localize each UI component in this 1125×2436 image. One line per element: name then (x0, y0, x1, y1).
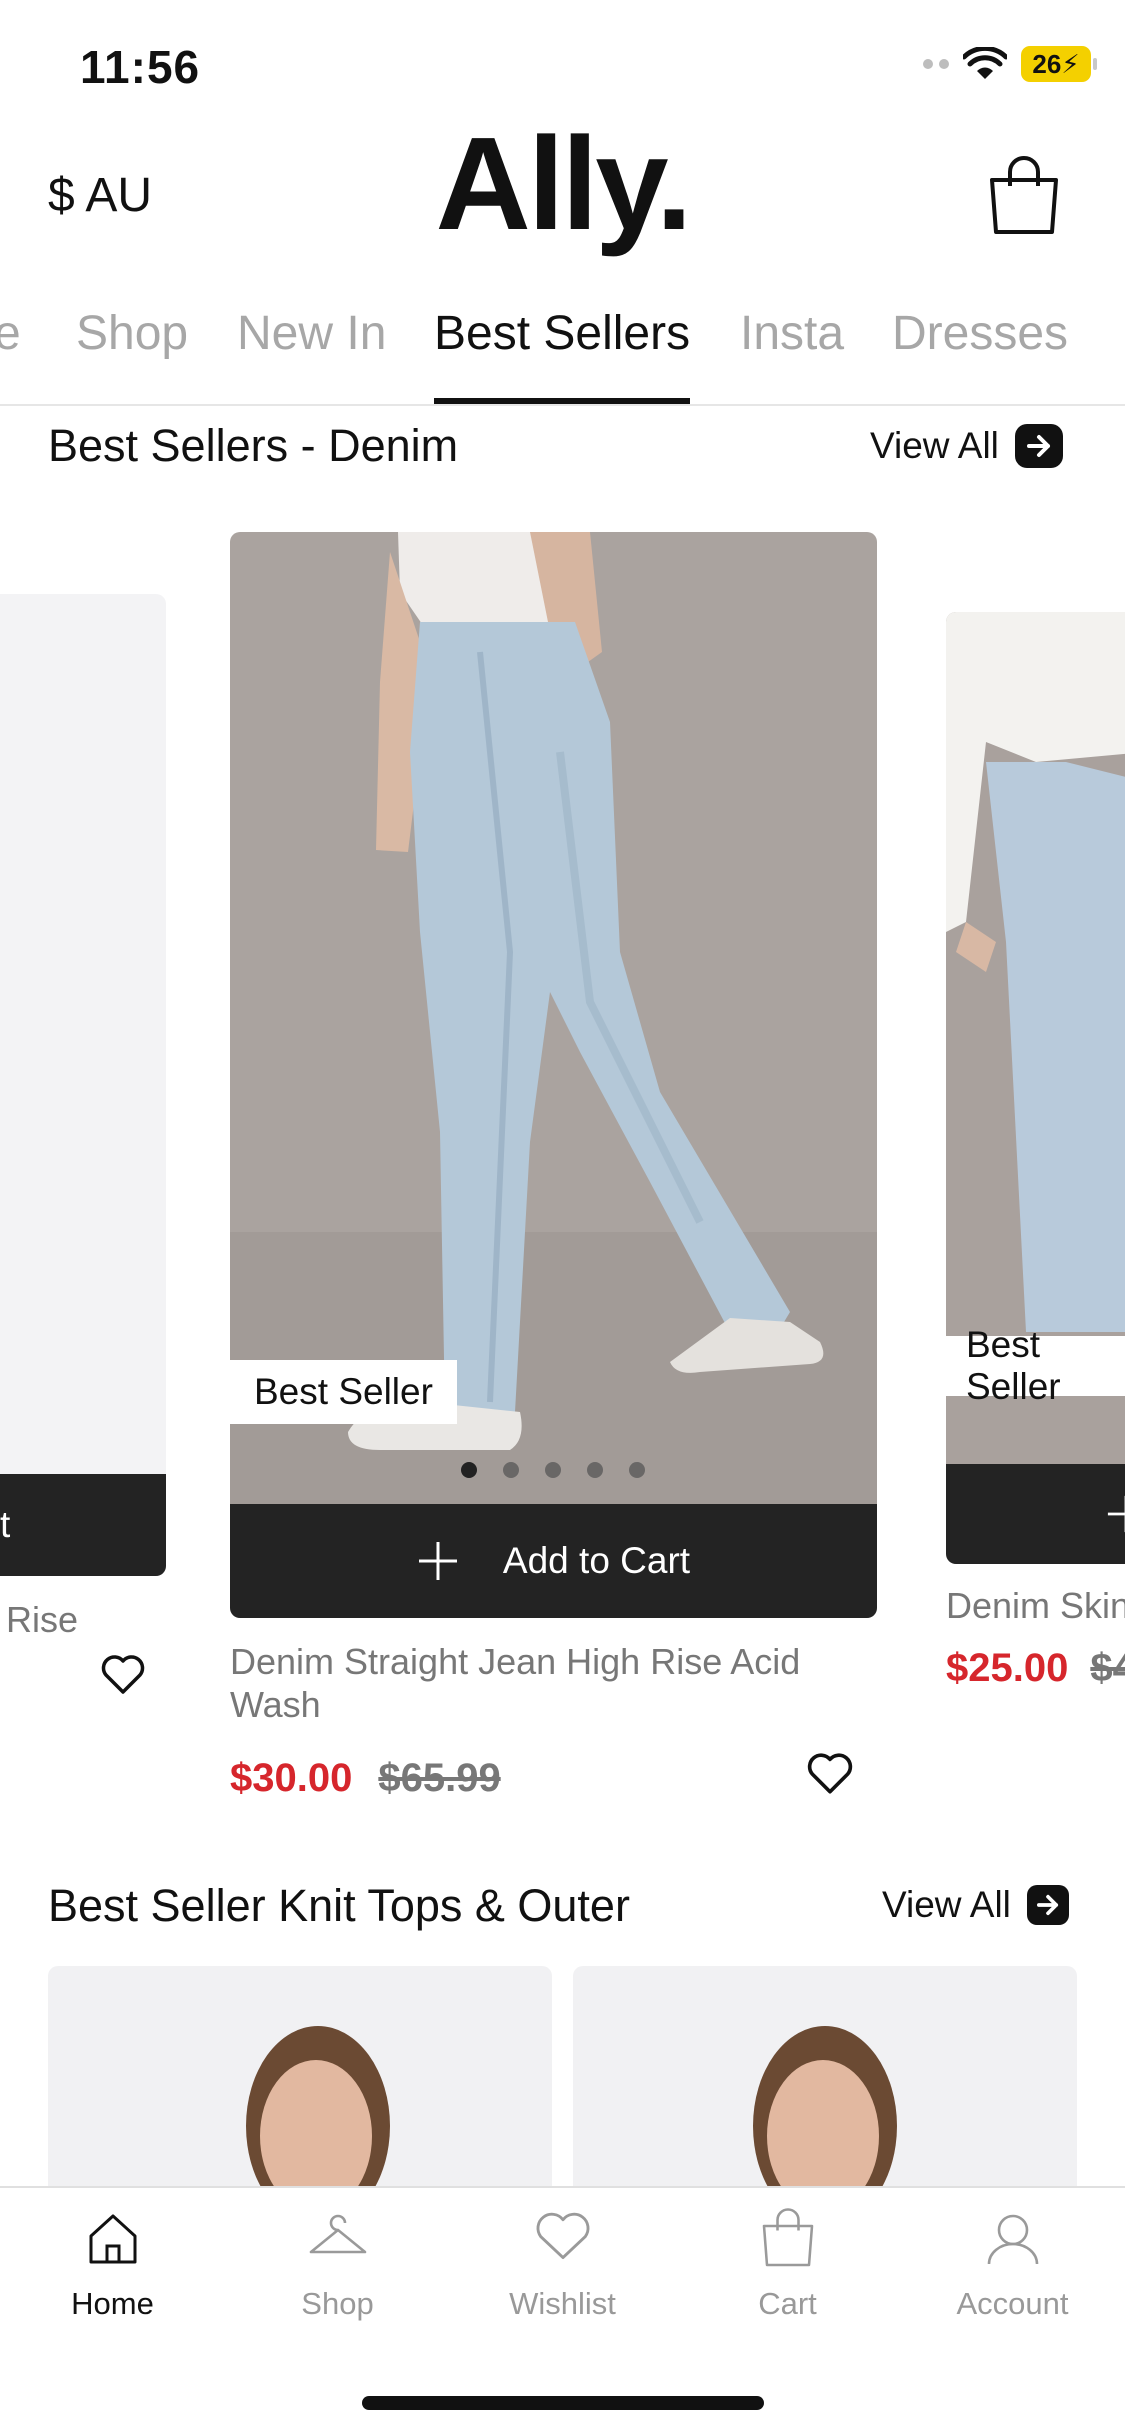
tab-new-in[interactable]: New In (237, 306, 386, 361)
add-to-cart-label: t (0, 1504, 11, 1545)
nav-label: Account (956, 2286, 1069, 2321)
wishlist-button-center[interactable] (806, 1752, 854, 1801)
nav-label: Cart (758, 2286, 817, 2321)
pager-dot[interactable] (545, 1462, 561, 1478)
home-indicator (362, 2396, 764, 2410)
pager-dot[interactable] (629, 1462, 645, 1478)
active-tab-indicator (434, 398, 690, 404)
nav-label: Shop (301, 2286, 374, 2321)
wifi-icon (963, 47, 1007, 79)
nav-cart[interactable]: Cart (675, 2208, 900, 2322)
nav-label: Home (71, 2286, 154, 2321)
tab-partial[interactable]: e (0, 306, 21, 361)
plus-icon (1107, 1495, 1125, 1533)
section-title-knit-tops: Best Seller Knit Tops & Outer (48, 1880, 630, 1931)
heart-icon (807, 1753, 853, 1794)
battery-icon: 26 ⚡ (1021, 46, 1097, 82)
view-all-knit-button[interactable]: View All (882, 1884, 1069, 1926)
shopping-bag-button[interactable] (986, 156, 1062, 236)
nav-label: Wishlist (509, 2286, 616, 2321)
product-image-center[interactable] (230, 532, 877, 1504)
hanger-icon (309, 2214, 366, 2254)
shopping-bag-icon (990, 156, 1058, 234)
original-price: $65.99 (378, 1756, 501, 1800)
pager-dot[interactable] (503, 1462, 519, 1478)
product-image-left[interactable] (0, 594, 166, 1474)
add-to-cart-button-left[interactable]: t (0, 1474, 166, 1576)
heart-icon (101, 1655, 145, 1694)
signal-dots-icon (923, 59, 949, 69)
price-row-center: $30.00 $65.99 (230, 1756, 501, 1801)
status-icons: 26 ⚡ (923, 46, 1097, 82)
tab-shop[interactable]: Shop (76, 306, 188, 361)
image-pager (461, 1462, 645, 1478)
nav-account[interactable]: Account (900, 2208, 1125, 2322)
plus-icon (418, 1542, 457, 1580)
nav-shop[interactable]: Shop (225, 2208, 450, 2322)
category-tabs: e Shop New In Best Sellers Insta Dresses (0, 300, 1125, 406)
wishlist-button-left[interactable] (100, 1654, 146, 1701)
sale-price: $30.00 (230, 1756, 353, 1800)
charging-bolt-icon: ⚡ (1061, 48, 1080, 79)
add-to-cart-button-right[interactable] (946, 1464, 1125, 1564)
brand-logo: Ally. (435, 110, 693, 257)
product-image-knit-2[interactable] (573, 1966, 1077, 2186)
heart-icon (536, 2212, 589, 2259)
add-to-cart-label: Add to Cart (502, 1540, 691, 1581)
bag-icon (762, 2208, 813, 2267)
best-seller-badge-center: Best Seller (230, 1360, 457, 1424)
battery-level: 26 (1032, 48, 1062, 79)
nav-home[interactable]: Home (0, 2208, 225, 2322)
view-all-label: View All (882, 1884, 1011, 1925)
status-time: 11:56 (80, 41, 201, 93)
product-name-left[interactable]: Rise (6, 1598, 78, 1641)
best-seller-badge-right: Best Seller (946, 1324, 1125, 1407)
home-icon (89, 2214, 136, 2264)
view-all-denim-button[interactable]: View All (870, 424, 1063, 468)
pager-dot[interactable] (587, 1462, 603, 1478)
product-image-knit-1[interactable] (48, 1966, 552, 2186)
price-row-right: $25.00 $4 (946, 1646, 1125, 1691)
view-all-label: View All (870, 425, 999, 466)
sale-price: $25.00 (946, 1646, 1069, 1690)
tab-insta[interactable]: Insta (740, 306, 844, 361)
add-to-cart-button-center[interactable]: Add to Cart (230, 1504, 877, 1618)
tab-best-sellers[interactable]: Best Sellers (434, 306, 690, 361)
product-name-right[interactable]: Denim Skinn (946, 1584, 1125, 1627)
arrow-right-icon (1026, 1885, 1069, 1925)
product-photo-jeans (230, 532, 877, 1504)
person-icon (987, 2214, 1038, 2265)
tab-dresses[interactable]: Dresses (892, 306, 1068, 361)
section-title-denim: Best Sellers - Denim (48, 420, 459, 471)
nav-wishlist[interactable]: Wishlist (450, 2208, 675, 2322)
pager-dot[interactable] (461, 1462, 477, 1478)
product-name-center[interactable]: Denim Straight Jean High Rise Acid Wash (230, 1640, 850, 1726)
model-portrait (246, 2026, 390, 2186)
arrow-right-icon (1014, 424, 1063, 468)
model-portrait (753, 2026, 897, 2186)
original-price: $4 (1090, 1646, 1125, 1690)
